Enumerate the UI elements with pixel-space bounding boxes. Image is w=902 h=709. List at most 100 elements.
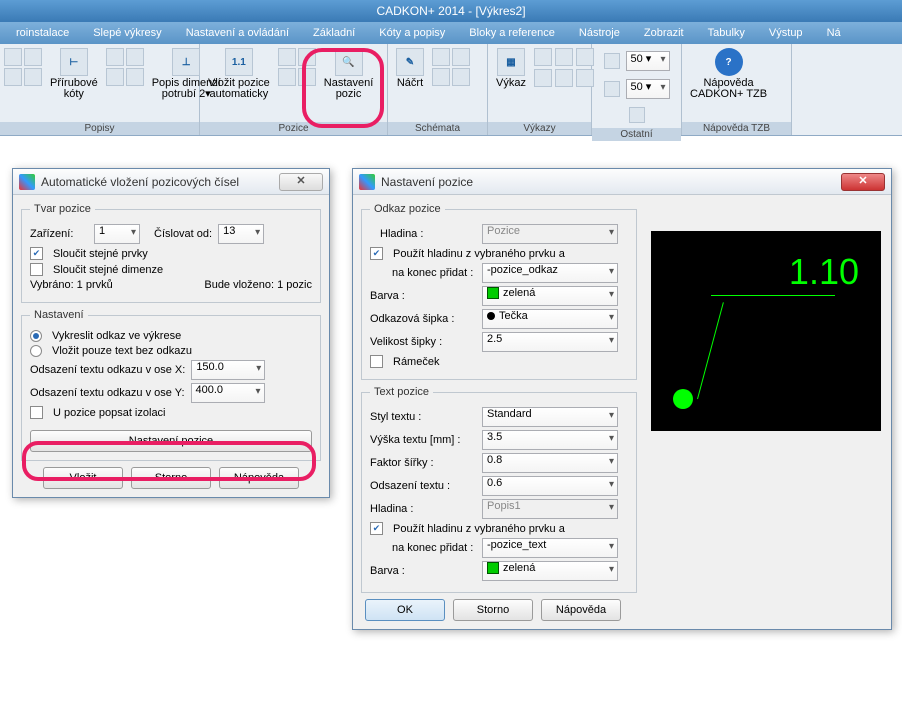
small-icons[interactable] bbox=[104, 46, 146, 88]
preview-line bbox=[697, 302, 724, 399]
ribbon-group-label: Nápověda TZB bbox=[682, 122, 791, 135]
fieldset-legend: Odkaz pozice bbox=[370, 203, 445, 215]
checkbox-pouzit-hladinu[interactable]: ✔ bbox=[370, 247, 383, 260]
select-odsazeni[interactable]: 0.6 bbox=[482, 476, 618, 496]
select-zarizeni[interactable]: 1 bbox=[94, 224, 140, 244]
input-offx[interactable]: 150.0 bbox=[191, 360, 265, 380]
select-sipka[interactable]: Tečka bbox=[482, 309, 618, 329]
small-icons[interactable] bbox=[430, 46, 472, 88]
button-nastaveni-pozice[interactable]: Nastavení pozice bbox=[30, 430, 312, 452]
button-napoveda[interactable]: Nápověda bbox=[219, 467, 299, 489]
radio-label: Vykreslit odkaz ve výkrese bbox=[52, 330, 181, 342]
checkbox-pouzit-hladinu2[interactable]: ✔ bbox=[370, 522, 383, 535]
label-styl: Styl textu : bbox=[370, 411, 476, 423]
ribbon-prirubove-koty[interactable]: ⊢Přírubové kóty bbox=[44, 46, 104, 102]
label-velikost: Velikost šipky : bbox=[370, 336, 476, 348]
small-icons[interactable] bbox=[2, 46, 44, 88]
ribbon: ⊢Přírubové kóty ⊥Popis dimenzí potrubí 2… bbox=[0, 44, 902, 136]
checkbox-sloucit-prvky[interactable]: ✔ bbox=[30, 247, 43, 260]
input-offy[interactable]: 400.0 bbox=[191, 383, 265, 403]
ostatni-value[interactable]: 50 ▾ bbox=[626, 51, 670, 71]
menu-item[interactable]: Bloky a reference bbox=[457, 27, 567, 39]
label-sipka: Odkazová šipka : bbox=[370, 313, 476, 325]
status-vybrano: Vybráno: 1 prvků bbox=[30, 279, 113, 291]
menu-item[interactable]: Nastavení a ovládání bbox=[174, 27, 301, 39]
ribbon-group-label: Pozice bbox=[200, 122, 387, 135]
ribbon-group-label: Ostatní bbox=[592, 128, 681, 141]
dialog-nastaveni-pozice: Nastavení pozice ✕ 1.10 Odkaz pozice Hla… bbox=[352, 168, 892, 630]
label-odsazeni: Odsazení textu : bbox=[370, 480, 476, 492]
dialog-icon bbox=[359, 174, 375, 190]
menu-item[interactable]: Tabulky bbox=[696, 27, 757, 39]
menubar: roinstalace Slepé výkresy Nastavení a ov… bbox=[0, 22, 902, 44]
select-barva2[interactable]: zelená bbox=[482, 561, 618, 581]
label-zarizeni: Zařízení: bbox=[30, 228, 88, 240]
menu-item[interactable]: Slepé výkresy bbox=[81, 27, 173, 39]
menu-item[interactable]: Zobrazit bbox=[632, 27, 696, 39]
close-button[interactable]: ✕ bbox=[841, 173, 885, 191]
menu-item[interactable]: Nástroje bbox=[567, 27, 632, 39]
menu-item[interactable]: Kóty a popisy bbox=[367, 27, 457, 39]
fieldset-legend: Nastavení bbox=[30, 309, 88, 321]
small-icons[interactable] bbox=[276, 46, 318, 88]
label-hladina2: Hladina : bbox=[370, 503, 476, 515]
ribbon-group-label: Schémata bbox=[388, 122, 487, 135]
dialog-title: Nastavení pozice bbox=[381, 175, 841, 189]
ostatni-value[interactable]: 50 ▾ bbox=[626, 79, 670, 99]
select-vyska[interactable]: 3.5 bbox=[482, 430, 618, 450]
button-ok[interactable]: OK bbox=[365, 599, 445, 621]
label-barva2: Barva : bbox=[370, 565, 476, 577]
close-button[interactable]: ✕ bbox=[279, 173, 323, 191]
preview-pane: 1.10 bbox=[651, 231, 881, 431]
select-nakonec[interactable]: -pozice_odkaz bbox=[482, 263, 618, 283]
select-velikost[interactable]: 2.5 bbox=[482, 332, 618, 352]
color-swatch-icon bbox=[487, 562, 499, 574]
select-hladina2: Popis1 bbox=[482, 499, 618, 519]
ribbon-group-label: Výkazy bbox=[488, 122, 591, 135]
menu-item[interactable]: Ná bbox=[815, 27, 853, 39]
radio-vykreslit[interactable] bbox=[30, 330, 42, 342]
ribbon-vlozit-pozice[interactable]: 1.1Vložit pozice automaticky bbox=[202, 46, 276, 102]
select-hladina: Pozice bbox=[482, 224, 618, 244]
button-storno[interactable]: Storno bbox=[453, 599, 533, 621]
label-barva: Barva : bbox=[370, 290, 476, 302]
checkbox-sloucit-dimenze[interactable] bbox=[30, 263, 43, 276]
label-faktor: Faktor šířky : bbox=[370, 457, 476, 469]
checkbox-label: Použít hladinu z vybraného prvku a bbox=[393, 248, 565, 260]
checkbox-label: Sloučit stejné dimenze bbox=[53, 264, 163, 276]
ribbon-nastaveni-pozic[interactable]: 🔍Nastavení pozic bbox=[318, 46, 380, 102]
ribbon-vykaz[interactable]: ▦Výkaz bbox=[490, 46, 532, 91]
menu-item[interactable]: Základní bbox=[301, 27, 367, 39]
preview-line bbox=[711, 295, 835, 296]
label-vyska: Výška textu [mm] : bbox=[370, 434, 476, 446]
radio-vlozit-text[interactable] bbox=[30, 345, 42, 357]
select-cislovat[interactable]: 13 bbox=[218, 224, 264, 244]
ribbon-group-label: Popisy bbox=[0, 122, 199, 135]
dialog-icon bbox=[19, 174, 35, 190]
preview-text: 1.10 bbox=[789, 251, 859, 293]
button-vlozit[interactable]: Vložit bbox=[43, 467, 123, 489]
preview-dot bbox=[673, 389, 693, 409]
menu-item[interactable]: Výstup bbox=[757, 27, 815, 39]
select-barva[interactable]: zelená bbox=[482, 286, 618, 306]
label-offy: Odsazení textu odkazu v ose Y: bbox=[30, 387, 185, 399]
app-titlebar: CADKON+ 2014 - [Výkres2] bbox=[0, 0, 902, 22]
small-icons[interactable] bbox=[532, 46, 596, 89]
label-offx: Odsazení textu odkazu v ose X: bbox=[30, 364, 185, 376]
dialog-auto-vlozeni: Automatické vložení pozicových čísel ✕ T… bbox=[12, 168, 330, 498]
checkbox-label: Použít hladinu z vybraného prvku a bbox=[393, 523, 565, 535]
menu-item[interactable]: roinstalace bbox=[4, 27, 81, 39]
select-faktor[interactable]: 0.8 bbox=[482, 453, 618, 473]
label-nakonec: na konec přidat : bbox=[370, 267, 476, 279]
button-napoveda[interactable]: Nápověda bbox=[541, 599, 621, 621]
ribbon-napoveda[interactable]: ?Nápověda CADKON+ TZB bbox=[684, 46, 773, 102]
checkbox-izolace[interactable] bbox=[30, 406, 43, 419]
checkbox-label: Sloučit stejné prvky bbox=[53, 248, 148, 260]
label-cislovat: Číslovat od: bbox=[154, 228, 212, 240]
select-nakonec2[interactable]: -pozice_text bbox=[482, 538, 618, 558]
button-storno[interactable]: Storno bbox=[131, 467, 211, 489]
ribbon-nacrt[interactable]: ✎Náčrt bbox=[390, 46, 430, 91]
label-hladina: Hladina : bbox=[370, 228, 476, 240]
select-styl[interactable]: Standard bbox=[482, 407, 618, 427]
checkbox-ramecek[interactable] bbox=[370, 355, 383, 368]
